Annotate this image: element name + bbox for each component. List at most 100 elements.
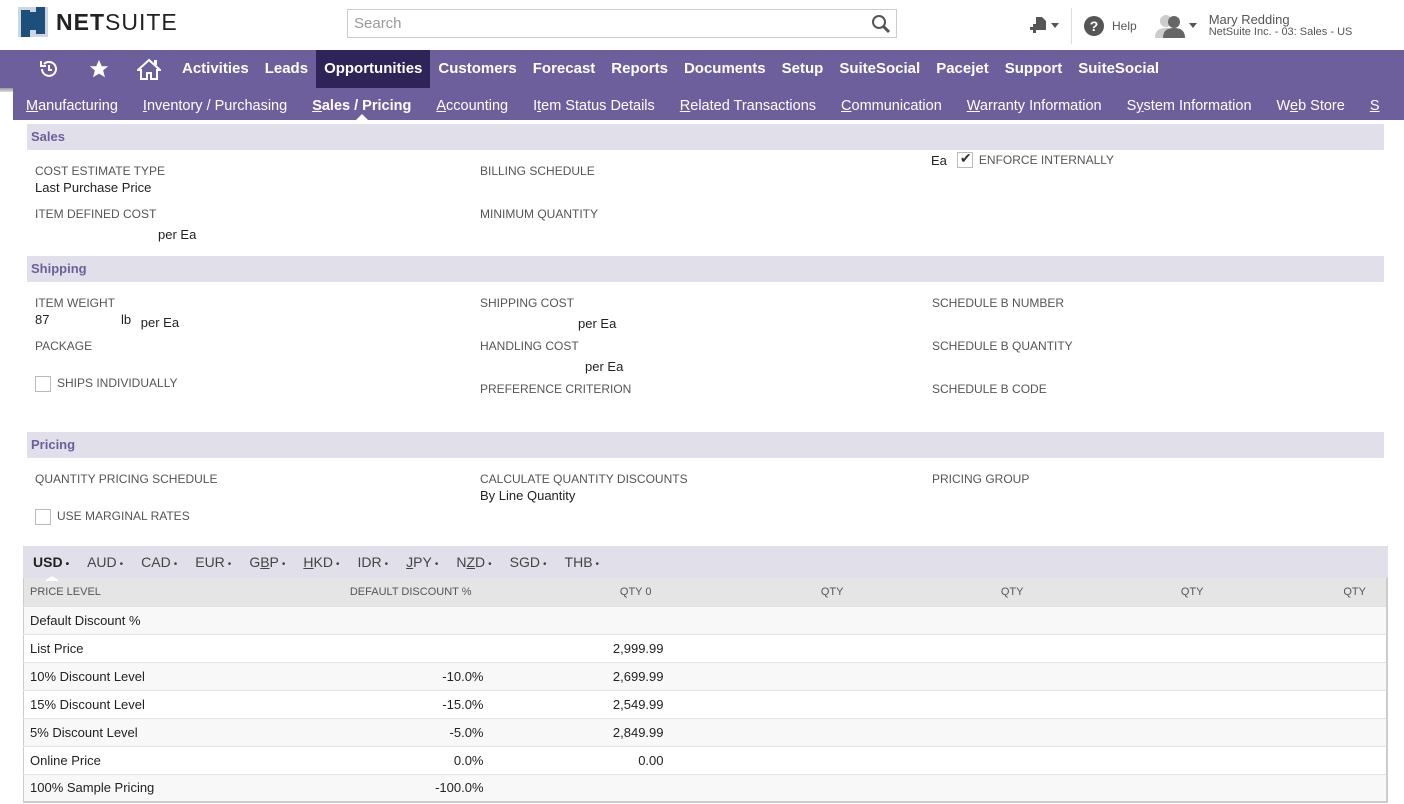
default-discount-cell[interactable] bbox=[204, 634, 484, 662]
help-link[interactable]: ? Help bbox=[1084, 16, 1137, 36]
qty-price-cell[interactable] bbox=[844, 718, 1024, 746]
subtab-item-status-details[interactable]: Item Status Details bbox=[533, 98, 655, 114]
currency-tab-hkd[interactable]: HKD • bbox=[303, 554, 339, 570]
home-icon[interactable] bbox=[124, 50, 174, 88]
table-row[interactable]: Default Discount % bbox=[23, 606, 1388, 634]
qty-price-cell[interactable] bbox=[664, 662, 844, 690]
table-row[interactable]: 5% Discount Level -5.0% 2,849.99 bbox=[23, 718, 1388, 746]
nav-item-setup[interactable]: Setup bbox=[774, 50, 832, 88]
currency-tab-eur[interactable]: EUR • bbox=[195, 554, 231, 570]
qty-price-cell[interactable] bbox=[664, 718, 844, 746]
subtab-more[interactable]: S bbox=[1370, 98, 1380, 114]
currency-tab-idr[interactable]: IDR • bbox=[358, 554, 389, 570]
user-menu[interactable] bbox=[1154, 14, 1197, 38]
qty-price-cell[interactable] bbox=[844, 662, 1024, 690]
subtab-system-information[interactable]: System Information bbox=[1127, 98, 1252, 114]
qty-price-cell[interactable] bbox=[484, 774, 664, 802]
qty-price-cell[interactable] bbox=[1204, 634, 1388, 662]
default-discount-cell[interactable]: -100.0% bbox=[204, 774, 483, 802]
default-discount-cell[interactable]: -10.0% bbox=[204, 662, 483, 690]
nav-item-customers[interactable]: Customers bbox=[430, 50, 524, 88]
qty-price-cell[interactable] bbox=[664, 606, 844, 634]
default-discount-cell[interactable] bbox=[204, 606, 484, 634]
qty-price-cell[interactable] bbox=[1204, 746, 1388, 774]
star-icon[interactable] bbox=[74, 50, 124, 88]
subtab-manufacturing[interactable]: Manufacturing bbox=[26, 98, 118, 114]
currency-tab-gbp[interactable]: GBP • bbox=[249, 554, 285, 570]
subtab-web-store[interactable]: Web Store bbox=[1277, 98, 1345, 114]
qty-price-cell[interactable] bbox=[1204, 606, 1388, 634]
user-info[interactable]: Mary Redding NetSuite Inc. - 03: Sales -… bbox=[1209, 13, 1353, 38]
qty-price-cell[interactable] bbox=[664, 634, 844, 662]
qty-price-cell[interactable] bbox=[844, 634, 1024, 662]
subtab-sales-pricing[interactable]: Sales / Pricing bbox=[312, 98, 411, 120]
qty-price-cell[interactable] bbox=[664, 774, 844, 802]
nav-item-reports[interactable]: Reports bbox=[603, 50, 676, 88]
subtab-related-transactions[interactable]: Related Transactions bbox=[680, 98, 816, 114]
recent-records-icon[interactable] bbox=[24, 50, 74, 88]
nav-item-documents[interactable]: Documents bbox=[676, 50, 774, 88]
currency-tab-nzd[interactable]: NZD • bbox=[456, 554, 491, 570]
currency-tab-cad[interactable]: CAD • bbox=[141, 554, 177, 570]
default-discount-cell[interactable]: 0.0% bbox=[204, 746, 484, 774]
qty-price-cell[interactable]: 2,699.99 bbox=[484, 662, 664, 690]
qty-price-cell[interactable] bbox=[1024, 662, 1204, 690]
default-discount-cell[interactable]: -15.0% bbox=[204, 690, 483, 718]
item-weight-value[interactable]: 87 bbox=[35, 312, 121, 327]
qty-price-cell[interactable] bbox=[1204, 662, 1388, 690]
subtab-communication[interactable]: Communication bbox=[841, 98, 942, 114]
nav-item-leads[interactable]: Leads bbox=[257, 50, 316, 88]
search-icon[interactable] bbox=[866, 14, 896, 34]
qty-price-cell[interactable] bbox=[1204, 718, 1388, 746]
qty-price-cell[interactable] bbox=[664, 690, 844, 718]
nav-item-opportunities[interactable]: Opportunities bbox=[316, 50, 431, 88]
nav-item-forecast[interactable]: Forecast bbox=[525, 50, 604, 88]
nav-item-suitesocial-2[interactable]: SuiteSocial bbox=[1070, 50, 1167, 88]
qty-price-cell[interactable] bbox=[844, 774, 1024, 802]
chevron-down-icon bbox=[1051, 23, 1059, 28]
qty-price-cell[interactable]: 2,549.99 bbox=[484, 690, 664, 718]
subtab-accounting[interactable]: Accounting bbox=[436, 98, 508, 114]
qty-price-cell[interactable] bbox=[1024, 606, 1204, 634]
currency-tab-jpy[interactable]: JPY • bbox=[406, 554, 438, 570]
netsuite-logo[interactable]: NETSUITE bbox=[18, 7, 178, 37]
qty-price-cell[interactable] bbox=[1024, 746, 1204, 774]
qty-price-cell[interactable] bbox=[844, 746, 1024, 774]
qty-price-cell[interactable]: 2,849.99 bbox=[484, 718, 664, 746]
qty-price-cell[interactable] bbox=[1204, 774, 1388, 802]
nav-item-pacejet[interactable]: Pacejet bbox=[928, 50, 997, 88]
nav-item-suitesocial[interactable]: SuiteSocial bbox=[831, 50, 928, 88]
qty-price-cell[interactable] bbox=[844, 690, 1024, 718]
table-row[interactable]: 15% Discount Level -15.0% 2,549.99 bbox=[23, 690, 1388, 718]
currency-tab-sgd[interactable]: SGD • bbox=[510, 554, 547, 570]
table-row[interactable]: List Price 2,999.99 bbox=[23, 634, 1388, 662]
qty-price-cell[interactable] bbox=[1024, 634, 1204, 662]
currency-tab-aud[interactable]: AUD • bbox=[87, 554, 123, 570]
qty-price-cell[interactable] bbox=[484, 606, 664, 634]
subtab-inventory-purchasing[interactable]: Inventory / Purchasing bbox=[143, 98, 287, 114]
create-new-menu[interactable] bbox=[1030, 8, 1072, 44]
qty-price-cell[interactable]: 2,999.99 bbox=[484, 634, 664, 662]
qty-price-cell[interactable] bbox=[664, 746, 844, 774]
qty-price-cell[interactable]: 0.00 bbox=[484, 746, 663, 774]
table-row[interactable]: 100% Sample Pricing -100.0% bbox=[23, 774, 1388, 802]
nav-item-support[interactable]: Support bbox=[997, 50, 1071, 88]
shipping-cost-per: per Ea bbox=[578, 316, 617, 331]
qty-price-cell[interactable] bbox=[1024, 718, 1204, 746]
nav-item-activities[interactable]: Activities bbox=[174, 50, 257, 88]
subtab-warranty-information[interactable]: Warranty Information bbox=[967, 98, 1102, 114]
qty-price-cell[interactable] bbox=[1024, 774, 1204, 802]
qty-price-cell[interactable] bbox=[1024, 690, 1204, 718]
ships-individually-checkbox[interactable] bbox=[35, 376, 51, 392]
calculate-quantity-discounts-value[interactable]: By Line Quantity bbox=[480, 488, 688, 503]
table-row[interactable]: 10% Discount Level -10.0% 2,699.99 bbox=[23, 662, 1388, 690]
qty-price-cell[interactable] bbox=[844, 606, 1024, 634]
default-discount-cell[interactable]: -5.0% bbox=[204, 718, 484, 746]
use-marginal-rates-checkbox[interactable] bbox=[35, 509, 51, 525]
enforce-internally-checkbox[interactable] bbox=[956, 150, 973, 168]
currency-tab-usd[interactable]: USD • bbox=[33, 554, 69, 581]
qty-price-cell[interactable] bbox=[1204, 690, 1388, 718]
table-row[interactable]: Online Price 0.0% 0.00 bbox=[23, 746, 1388, 774]
currency-tab-thb[interactable]: THB • bbox=[565, 554, 600, 570]
search-input[interactable] bbox=[348, 10, 866, 37]
